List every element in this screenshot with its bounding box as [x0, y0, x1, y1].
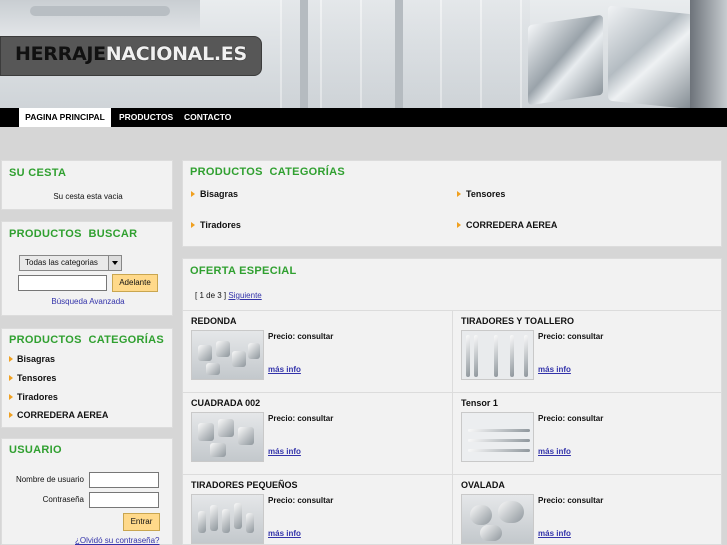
site-logo[interactable]: HERRAJENACIONAL.ES	[0, 36, 262, 76]
password-field[interactable]	[89, 492, 159, 508]
glass-panel-image	[280, 0, 530, 108]
user-title: USUARIO	[9, 444, 62, 456]
more-info-link[interactable]: más info	[268, 529, 301, 538]
advanced-search-link[interactable]: Búsqueda Avanzada	[2, 297, 174, 306]
cart-box: SU CESTA Su cesta esta vacia	[1, 160, 173, 210]
search-title: PRODUCTOS BUSCAR	[9, 228, 138, 240]
nav-item-products[interactable]: PRODUCTOS	[119, 108, 173, 127]
more-info-link[interactable]: más info	[268, 365, 301, 374]
search-box: PRODUCTOS BUSCAR Todas las categorias Ad…	[1, 221, 173, 316]
product-price: Precio: consultar	[538, 332, 604, 341]
product-card[interactable]: OVALADA Precio: consultar más info	[452, 474, 721, 545]
product-price: Precio: consultar	[538, 496, 604, 505]
offer-title: OFERTA ESPECIAL	[190, 265, 297, 277]
glass-stripe	[300, 0, 308, 108]
sidebar-category-corredera[interactable]: CORREDERA AEREA	[9, 410, 108, 420]
nav-item-contact[interactable]: CONTACTO	[184, 108, 231, 127]
forgot-password-link[interactable]: ¿Olvidó su contraseña?	[75, 536, 160, 545]
product-name[interactable]: Tensor 1	[461, 398, 498, 408]
product-image[interactable]	[191, 330, 264, 380]
user-login-box: USUARIO Nombre de usuario Contraseña Ent…	[1, 438, 173, 545]
category-tensores[interactable]: Tensores	[457, 189, 505, 199]
password-label: Contraseña	[42, 495, 84, 504]
username-field[interactable]	[89, 472, 159, 488]
product-price: Precio: consultar	[268, 496, 334, 505]
more-info-link[interactable]: más info	[538, 365, 571, 374]
sidebar-category-tiradores[interactable]: Tiradores	[9, 392, 58, 402]
logo-dark-text: HERRAJE	[15, 43, 106, 65]
product-card[interactable]: Tensor 1 Precio: consultar más info	[452, 392, 721, 474]
sidebar-categories-title: PRODUCTOS CATEGORÍAS	[9, 334, 165, 346]
main-nav: PAGINA PRINCIPAL PRODUCTOS CONTACTO	[0, 108, 727, 127]
shower-head-image	[0, 0, 200, 40]
product-image[interactable]	[461, 412, 534, 462]
username-label: Nombre de usuario	[15, 475, 84, 484]
chevron-down-icon[interactable]	[108, 256, 121, 270]
sidebar-category-bisagras[interactable]: Bisagras	[9, 354, 55, 364]
cart-empty-text: Su cesta esta vacia	[53, 192, 123, 201]
product-name[interactable]: CUADRADA 002	[191, 398, 260, 408]
product-card[interactable]: TIRADORES Y TOALLERO Precio: consultar m…	[452, 310, 721, 392]
logo-light-text: NACIONAL.ES	[105, 43, 247, 65]
special-offer-box: OFERTA ESPECIAL [ 1 de 3 ] Siguiente RED…	[182, 258, 722, 545]
more-info-link[interactable]: más info	[538, 447, 571, 456]
product-card[interactable]: CUADRADA 002 Precio: consultar más info	[183, 392, 452, 474]
product-card[interactable]: TIRADORES PEQUEÑOS Precio: consultar más…	[183, 474, 452, 545]
nav-item-home[interactable]: PAGINA PRINCIPAL	[19, 108, 111, 127]
product-name[interactable]: OVALADA	[461, 480, 505, 490]
category-select[interactable]: Todas las categorias	[19, 255, 122, 271]
more-info-link[interactable]: más info	[268, 447, 301, 456]
more-info-link[interactable]: más info	[538, 529, 571, 538]
pager-next-link[interactable]: Siguiente	[228, 291, 261, 300]
product-image[interactable]	[191, 412, 264, 462]
login-button[interactable]: Entrar	[123, 513, 160, 531]
product-price: Precio: consultar	[538, 414, 604, 423]
search-input[interactable]	[18, 275, 107, 291]
banner-edge	[690, 0, 727, 108]
product-price: Precio: consultar	[268, 332, 334, 341]
header-banner: HERRAJENACIONAL.ES	[0, 0, 727, 108]
product-image[interactable]	[191, 494, 264, 544]
category-select-value: Todas las categorias	[25, 258, 98, 267]
category-tiradores[interactable]: Tiradores	[191, 220, 241, 230]
product-image[interactable]	[461, 330, 534, 380]
pager-status: [ 1 de 3 ]	[195, 291, 227, 300]
sidebar-category-tensores[interactable]: Tensores	[9, 373, 56, 383]
cart-title: SU CESTA	[9, 167, 67, 179]
glass-stripe	[395, 0, 403, 108]
hinge-image	[528, 14, 603, 106]
sidebar-categories-box: PRODUCTOS CATEGORÍAS Bisagras Tensores T…	[1, 328, 173, 428]
product-image[interactable]	[461, 494, 534, 544]
pager: [ 1 de 3 ] Siguiente	[195, 291, 262, 300]
category-corredera[interactable]: CORREDERA AEREA	[457, 220, 557, 230]
main-categories-box: PRODUCTOS CATEGORÍAS Bisagras Tensores T…	[182, 160, 722, 247]
main-categories-title: PRODUCTOS CATEGORÍAS	[190, 166, 346, 178]
product-price: Precio: consultar	[268, 414, 334, 423]
product-name[interactable]: REDONDA	[191, 316, 237, 326]
hinge-image	[608, 5, 693, 108]
category-bisagras[interactable]: Bisagras	[191, 189, 238, 199]
product-card[interactable]: REDONDA Precio: consultar más info	[183, 310, 452, 392]
product-name[interactable]: TIRADORES PEQUEÑOS	[191, 480, 298, 490]
search-button[interactable]: Adelante	[112, 274, 158, 292]
product-name[interactable]: TIRADORES Y TOALLERO	[461, 316, 574, 326]
